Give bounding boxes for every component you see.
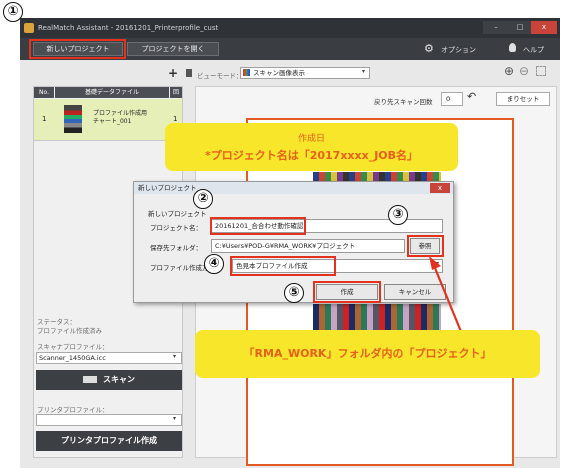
step-marker-3: ③ [388,205,408,225]
step-marker-4: ④ [204,254,224,274]
callout-folder: 「RMA_WORK」フォルダ内の「プロジェクト」 [195,330,540,378]
annotation-arrow [429,256,464,335]
step-marker-2: ② [193,189,213,209]
step-marker-5: ⑤ [284,283,304,303]
step-marker-1: ① [3,2,23,22]
